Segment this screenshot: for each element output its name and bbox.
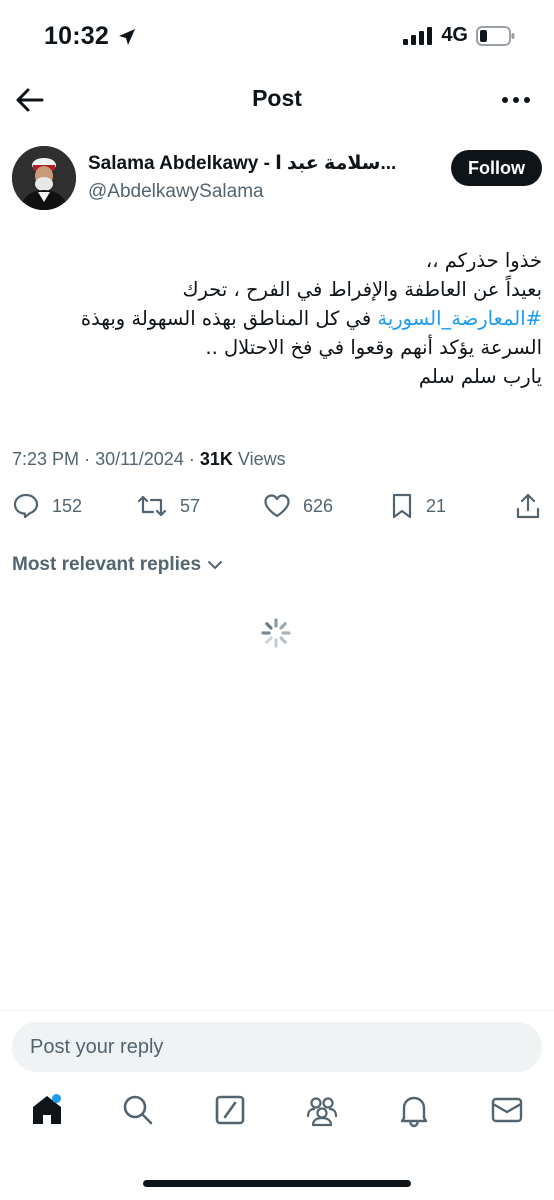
search-icon[interactable]	[120, 1092, 156, 1128]
status-time-group: 10:32	[44, 22, 137, 51]
more-options-icon[interactable]	[500, 86, 532, 114]
bookmark-count: 21	[426, 495, 447, 516]
views-count: 31K	[199, 449, 233, 469]
action-bar: 152 57 626 21	[12, 492, 542, 524]
tweet-text: خذوا حذركم ،، بعيداً عن العاطفة والإفراط…	[12, 246, 542, 391]
notifications-bell-icon[interactable]	[396, 1092, 432, 1128]
post-author: Salama Abdelkawy - سلامة عبد ا... @Abdel…	[12, 146, 542, 214]
tweet-line-3-text: في كل المناطق بهذه السهولة وبهذة	[80, 307, 378, 330]
tweet-line-2: بعيداً عن العاطفة والإفراط في الفرح ، تح…	[182, 278, 542, 301]
location-arrow-icon	[118, 28, 135, 45]
share-icon[interactable]	[514, 492, 542, 520]
like-action[interactable]: 626	[263, 492, 333, 520]
post-meta: 7:23 PM · 30/11/2024 · 31K Views	[12, 449, 286, 470]
meta-separator: ·	[84, 449, 91, 469]
tweet-line-4: السرعة يؤكد أنهم وقعوا في فخ الاحتلال ..	[205, 336, 542, 359]
repost-icon	[137, 495, 167, 517]
reply-action[interactable]: 152	[12, 492, 82, 520]
status-indicators: 4G	[403, 24, 516, 47]
signal-bars-icon	[403, 26, 433, 45]
replies-sort-dropdown[interactable]: Most relevant replies	[12, 554, 224, 576]
author-names: Salama Abdelkawy - سلامة عبد ا... @Abdel…	[88, 152, 396, 203]
reply-count: 152	[52, 495, 83, 516]
hashtag-link[interactable]: #المعارضة_السورية	[377, 307, 542, 330]
post-date[interactable]: 30/11/2024	[95, 449, 184, 469]
meta-separator-2: ·	[188, 449, 195, 469]
status-bar: 10:32 4G	[0, 0, 554, 72]
like-count: 626	[303, 495, 334, 516]
reply-icon	[13, 493, 39, 519]
tweet-line-5: يارب سلم سلم	[418, 365, 542, 388]
home-indicator	[143, 1180, 411, 1187]
views-label: Views	[237, 449, 286, 469]
bookmark-icon	[392, 493, 412, 519]
bottom-tab-bar	[0, 1092, 554, 1142]
tweet-line-3: #المعارضة_السورية في كل المناطق بهذه الس…	[12, 304, 542, 333]
avatar[interactable]	[12, 146, 76, 210]
chevron-down-icon	[208, 561, 223, 569]
repost-action[interactable]: 57	[136, 492, 200, 520]
network-type: 4G	[441, 24, 468, 46]
home-unread-dot	[52, 1094, 61, 1103]
reply-input[interactable]	[12, 1022, 542, 1072]
composer-divider	[0, 1010, 554, 1011]
author-display-name[interactable]: Salama Abdelkawy - سلامة عبد ا...	[88, 152, 396, 175]
status-time: 10:32	[44, 22, 109, 50]
grok-icon[interactable]	[212, 1092, 248, 1128]
loading-spinner-icon	[261, 618, 291, 648]
battery-icon	[476, 25, 515, 46]
post-time[interactable]: 7:23 PM	[12, 449, 79, 469]
avatar-image	[12, 146, 76, 210]
follow-button[interactable]: Follow	[451, 150, 542, 186]
repost-count: 57	[180, 495, 201, 516]
tweet-line-1: خذوا حذركم ،،	[425, 249, 542, 272]
author-handle[interactable]: @AbdelkawySalama	[88, 181, 396, 203]
communities-icon[interactable]	[304, 1092, 340, 1128]
heart-icon	[264, 494, 290, 518]
messages-envelope-icon[interactable]	[489, 1092, 525, 1128]
replies-sort-label: Most relevant replies	[12, 554, 202, 575]
page-title: Post	[252, 85, 302, 111]
post-header: Post	[0, 72, 554, 128]
bookmark-action[interactable]: 21	[390, 492, 446, 520]
